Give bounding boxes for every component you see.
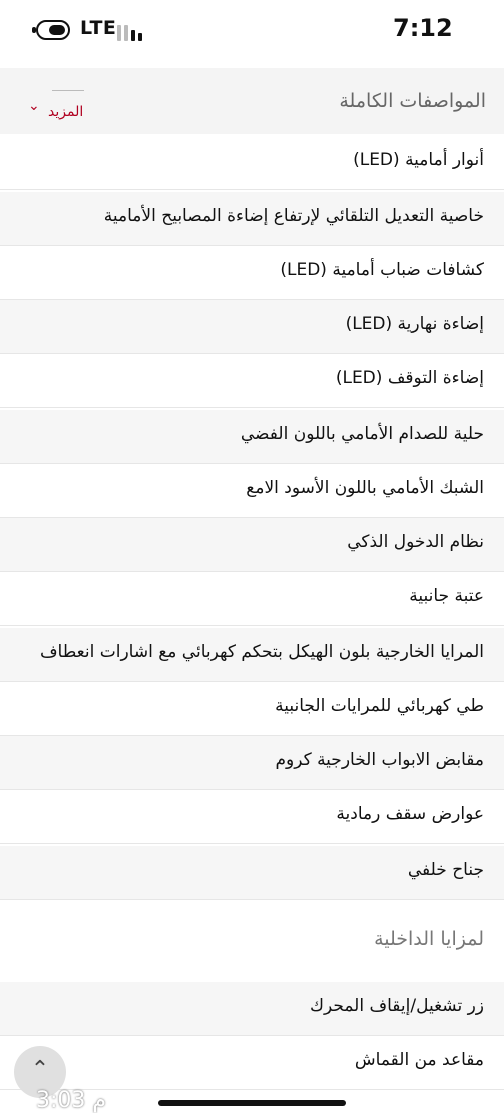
spec-row: الشبك الأمامي باللون الأسود الامع (0, 464, 504, 518)
spec-row: إضاءة التوقف (LED) (0, 354, 504, 408)
spec-row: خاصية التعديل التلقائي لإرتفاع إضاءة الم… (0, 192, 504, 246)
spec-text: نظام الدخول الذكي (347, 532, 484, 552)
spec-row: المرايا الخارجية بلون الهيكل بتحكم كهربا… (0, 628, 504, 682)
spec-row: إضاءة نهارية (LED) (0, 300, 504, 354)
more-button[interactable]: المزيد ⌄ (14, 70, 84, 120)
spec-row: أنوار أمامية (LED) (0, 136, 504, 190)
overlay-time: 3:03 م (36, 1088, 107, 1113)
status-bar: LTE 7:12 (0, 0, 504, 64)
interior-row: مقاعد من القماش (0, 1036, 504, 1090)
spec-row: حلية للصدام الأمامي باللون الفضي (0, 410, 504, 464)
more-label: المزيد (48, 104, 84, 120)
spec-text: جناح خلفي (407, 860, 484, 880)
spec-text: كشافات ضباب أمامية (LED) (280, 260, 484, 280)
spec-text: عوارض سقف رمادية (336, 804, 484, 824)
battery-icon (32, 20, 70, 40)
spec-row: عوارض سقف رمادية (0, 790, 504, 844)
spec-text: إضاءة نهارية (LED) (345, 314, 484, 334)
spec-row: نظام الدخول الذكي (0, 518, 504, 572)
spec-row: طي كهربائي للمرايات الجانبية (0, 682, 504, 736)
signal-icon (117, 21, 147, 41)
spec-row: كشافات ضباب أمامية (LED) (0, 246, 504, 300)
chevron-down-icon: ⌄ (28, 98, 40, 114)
spec-row: جناح خلفي (0, 846, 504, 900)
spec-text: أنوار أمامية (LED) (353, 150, 484, 170)
network-type: LTE (80, 17, 117, 39)
spec-text: عتبة جانبية (409, 586, 484, 606)
spec-text: حلية للصدام الأمامي باللون الفضي (240, 424, 484, 444)
section-title: المواصفات الكاملة (339, 90, 486, 112)
spec-row: عتبة جانبية (0, 572, 504, 626)
interior-section-title: لمزايا الداخلية (374, 928, 484, 950)
spec-row: مقابض الابواب الخارجية كروم (0, 736, 504, 790)
interior-text: زر تشغيل/إيقاف المحرك (309, 996, 484, 1016)
status-time: 7:12 (393, 14, 453, 42)
spec-text: المرايا الخارجية بلون الهيكل بتحكم كهربا… (39, 642, 484, 662)
interior-row: زر تشغيل/إيقاف المحرك (0, 982, 504, 1036)
spec-text: مقابض الابواب الخارجية كروم (275, 750, 484, 770)
home-indicator[interactable] (158, 1100, 346, 1106)
spec-text: الشبك الأمامي باللون الأسود الامع (246, 478, 484, 498)
spec-text: خاصية التعديل التلقائي لإرتفاع إضاءة الم… (103, 206, 484, 226)
chevron-up-icon: ⌃ (30, 1056, 50, 1081)
more-divider (52, 90, 84, 91)
interior-text: مقاعد من القماش (354, 1050, 484, 1070)
spec-text: طي كهربائي للمرايات الجانبية (275, 696, 484, 716)
spec-text: إضاءة التوقف (LED) (335, 368, 484, 388)
